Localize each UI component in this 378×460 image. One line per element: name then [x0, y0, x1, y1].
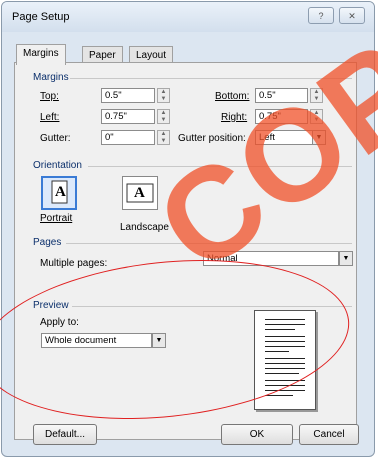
close-button[interactable]: ✕: [339, 7, 365, 24]
bottom-margin-field[interactable]: 0.5": [255, 88, 308, 103]
margins-divider: [70, 78, 352, 79]
margins-section-label: Margins: [33, 72, 69, 83]
preview-line: [265, 341, 305, 342]
right-margin-stepper[interactable]: ▲ ▼: [310, 109, 323, 124]
gutter-position-select[interactable]: Left: [255, 130, 313, 145]
pages-divider: [66, 243, 352, 244]
preview-line: [265, 358, 305, 359]
help-button[interactable]: ?: [308, 7, 334, 24]
preview-line: [265, 395, 293, 396]
bottom-margin-stepper[interactable]: ▲ ▼: [310, 88, 323, 103]
top-label: Top:: [40, 91, 59, 102]
chevron-down-icon[interactable]: ▼: [339, 251, 353, 266]
preview-line: [265, 336, 305, 337]
dialog-title: Page Setup: [12, 11, 70, 23]
top-margin-stepper[interactable]: ▲ ▼: [157, 88, 170, 103]
apply-to-label: Apply to:: [40, 317, 79, 328]
bottom-label: Bottom:: [215, 91, 250, 102]
preview-line: [265, 329, 295, 330]
landscape-label: Landscape: [120, 222, 169, 233]
portrait-letter: A: [55, 184, 66, 200]
chevron-down-icon[interactable]: ▼: [312, 130, 326, 145]
preview-section-label: Preview: [33, 300, 69, 311]
left-label: Left:: [40, 112, 60, 123]
gutter-field[interactable]: 0": [101, 130, 155, 145]
preview-line: [265, 319, 305, 320]
preview-line: [265, 324, 305, 325]
ok-button[interactable]: OK: [221, 424, 293, 445]
pages-section-label: Pages: [33, 237, 62, 248]
right-margin-field[interactable]: 0.75": [255, 109, 308, 124]
landscape-option[interactable]: A: [122, 176, 158, 210]
preview-line: [265, 363, 305, 364]
preview-line: [265, 368, 305, 369]
multiple-pages-label: Multiple pages:: [40, 258, 108, 269]
portrait-option[interactable]: A: [41, 176, 77, 210]
landscape-letter: A: [134, 185, 145, 201]
right-label: Right:: [221, 112, 248, 123]
apply-to-select[interactable]: Whole document: [41, 333, 152, 348]
preview-line: [265, 351, 289, 352]
tab-margins[interactable]: Margins: [16, 44, 66, 65]
page-preview: [254, 310, 316, 410]
preview-line: [265, 346, 305, 347]
portrait-label: Portrait: [40, 213, 73, 224]
preview-line: [265, 385, 305, 386]
left-margin-field[interactable]: 0.75": [101, 109, 155, 124]
gutter-position-label: Gutter position:: [178, 133, 246, 144]
orientation-section-label: Orientation: [33, 160, 82, 171]
preview-line: [265, 373, 299, 374]
cancel-button[interactable]: Cancel: [299, 424, 359, 445]
preview-line: [265, 390, 305, 391]
preview-divider: [72, 306, 352, 307]
gutter-stepper[interactable]: ▲ ▼: [157, 130, 170, 145]
default-button[interactable]: Default...: [33, 424, 97, 445]
gutter-label: Gutter:: [40, 133, 71, 144]
orientation-divider: [88, 166, 352, 167]
top-margin-field[interactable]: 0.5": [101, 88, 155, 103]
left-margin-stepper[interactable]: ▲ ▼: [157, 109, 170, 124]
chevron-down-icon[interactable]: ▼: [152, 333, 166, 348]
title-bar: Page Setup ? ✕: [2, 2, 374, 32]
preview-line: [265, 380, 305, 381]
multiple-pages-select[interactable]: Normal: [203, 251, 339, 266]
